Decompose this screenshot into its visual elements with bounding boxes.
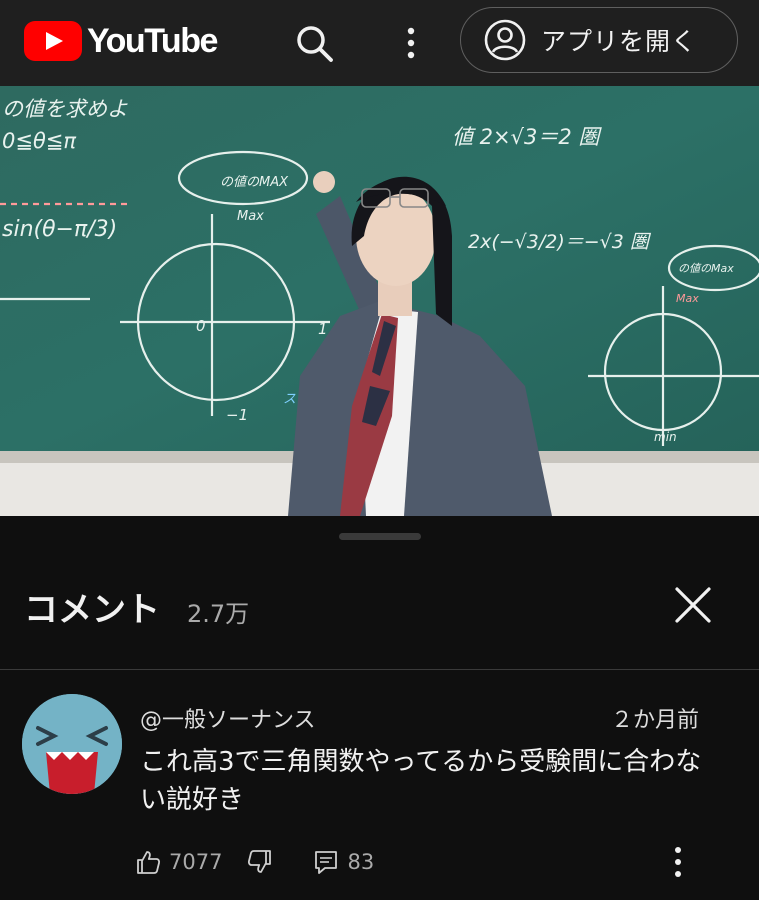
more-vertical-icon bbox=[407, 27, 415, 59]
comments-title: コメント bbox=[24, 590, 160, 630]
open-app-button[interactable]: アプリを開く bbox=[460, 7, 738, 73]
more-options-button[interactable] bbox=[396, 22, 426, 66]
board-text: −1 bbox=[226, 406, 248, 424]
board-text: 0 bbox=[196, 317, 206, 335]
board-text: 値 2×√3＝2 圏 bbox=[452, 125, 602, 149]
video-frame: の値を求めよ 0≦θ≦π sin(θ−π/3) 値 2×√3＝2 圏 2x(−√… bbox=[0, 86, 759, 516]
reply-button[interactable]: 83 bbox=[312, 848, 374, 876]
board-text: 2x(−√3/2)＝−√3 圏 bbox=[468, 231, 652, 253]
reply-count: 83 bbox=[347, 850, 375, 874]
drag-handle[interactable] bbox=[339, 533, 421, 540]
like-button[interactable]: 7077 bbox=[134, 848, 222, 876]
reply-icon bbox=[315, 851, 338, 874]
comments-count: 2.7万 bbox=[187, 600, 250, 628]
board-text: sin(θ−π/3) bbox=[2, 217, 117, 242]
top-app-bar: YouTube アプリを開く bbox=[0, 0, 759, 86]
more-vertical-icon bbox=[675, 847, 681, 877]
board-text: Max bbox=[237, 209, 264, 224]
comment-more-button[interactable] bbox=[664, 842, 692, 882]
avatar[interactable] bbox=[22, 694, 122, 794]
board-text: Max bbox=[676, 292, 699, 305]
comment-item: @一般ソーナンス ２か月前 これ高3で三角関数やってるから受験間に合わない説好き… bbox=[0, 670, 759, 900]
board-text: 0≦θ≦π bbox=[2, 129, 76, 153]
dislike-icon bbox=[248, 850, 272, 873]
like-icon bbox=[137, 851, 161, 874]
comment-author[interactable]: @一般ソーナンス bbox=[140, 702, 316, 734]
search-icon bbox=[297, 26, 333, 62]
youtube-play-icon bbox=[24, 21, 82, 61]
open-app-label: アプリを開く bbox=[541, 27, 698, 56]
board-text: の値のMax bbox=[678, 262, 734, 275]
comment-actions: 7077 83 bbox=[134, 844, 374, 880]
youtube-logo[interactable]: YouTube bbox=[24, 21, 218, 61]
close-icon bbox=[675, 587, 711, 623]
board-text: の値を求めよ bbox=[2, 97, 128, 121]
board-text: の値のMAX bbox=[220, 175, 289, 190]
dislike-button[interactable] bbox=[246, 848, 274, 876]
comment-text: これ高3で三角関数やってるから受験間に合わない説好き bbox=[140, 747, 702, 815]
logo-text: YouTube bbox=[87, 21, 218, 60]
video-player[interactable]: の値を求めよ 0≦θ≦π sin(θ−π/3) 値 2×√3＝2 圏 2x(−√… bbox=[0, 86, 759, 516]
comment-time: ２か月前 bbox=[611, 708, 700, 733]
search-button[interactable] bbox=[292, 22, 336, 66]
board-text: min bbox=[654, 430, 677, 444]
account-circle-icon bbox=[484, 19, 526, 61]
close-comments-button[interactable] bbox=[668, 580, 718, 630]
like-count: 7077 bbox=[169, 850, 223, 874]
avatar-image bbox=[22, 694, 122, 794]
